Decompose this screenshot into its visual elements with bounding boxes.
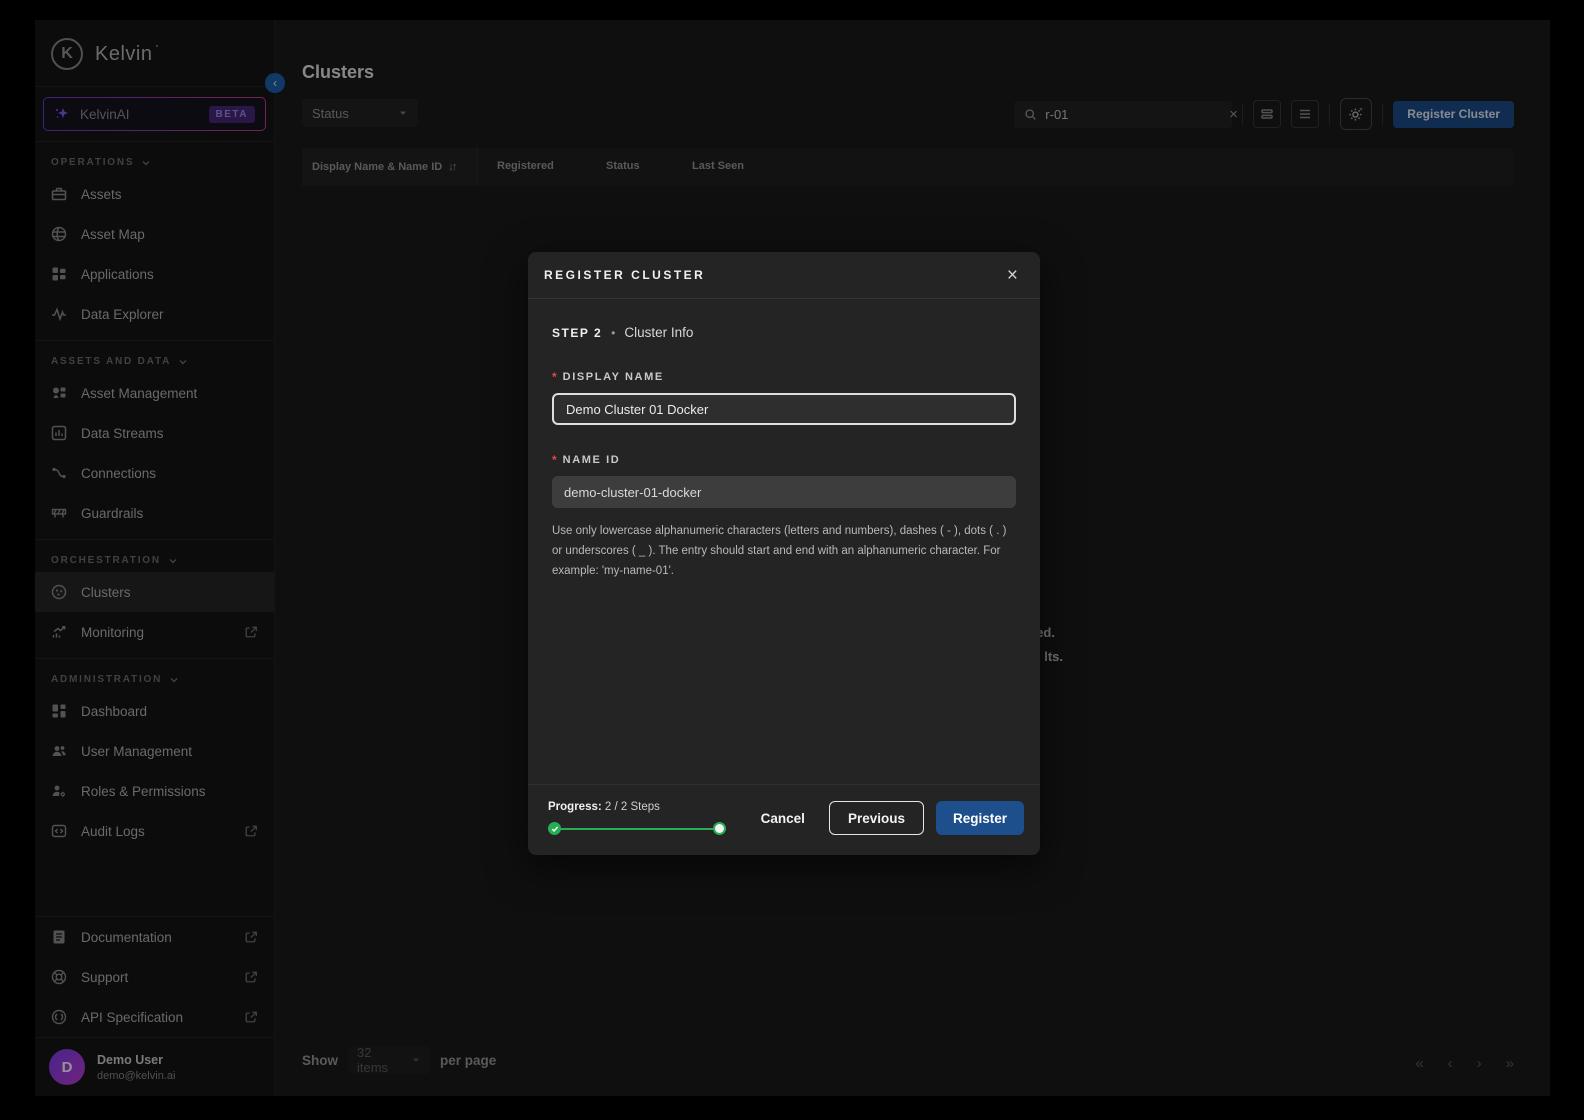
spacer <box>552 425 1016 453</box>
step-indicator: STEP 2 • Cluster Info <box>552 325 1016 340</box>
modal-header: REGISTER CLUSTER × <box>528 252 1040 299</box>
step-label: STEP 2 <box>552 326 602 340</box>
register-cluster-modal: REGISTER CLUSTER × STEP 2 • Cluster Info… <box>528 252 1040 855</box>
screenshot-root: K Kelvin KelvinAI BETA OPERATIONS <box>0 0 1584 1120</box>
name-id-label: NAME ID <box>563 454 621 466</box>
modal-actions: Cancel Previous Register <box>749 801 1024 835</box>
progress-block: Progress: 2 / 2 Steps <box>548 801 726 835</box>
progress-track <box>552 828 722 830</box>
cancel-button[interactable]: Cancel <box>749 803 817 834</box>
name-id-label-row: * NAME ID <box>552 453 1016 467</box>
modal-body: STEP 2 • Cluster Info * DISPLAY NAME * N… <box>528 299 1040 581</box>
modal-title: REGISTER CLUSTER <box>544 268 1007 282</box>
step-name: Cluster Info <box>624 325 693 340</box>
progress-value: 2 / 2 Steps <box>605 801 660 813</box>
name-id-help-text: Use only lowercase alphanumeric characte… <box>552 521 1016 581</box>
name-id-input[interactable] <box>552 476 1016 508</box>
close-icon[interactable]: × <box>1007 266 1018 285</box>
previous-button[interactable]: Previous <box>829 801 924 835</box>
display-name-label-row: * DISPLAY NAME <box>552 370 1016 384</box>
modal-footer: Progress: 2 / 2 Steps Cancel Previous Re… <box>528 784 1040 855</box>
required-mark: * <box>552 453 557 467</box>
display-name-label: DISPLAY NAME <box>563 371 664 383</box>
progress-bar <box>548 822 726 835</box>
display-name-input[interactable] <box>552 393 1016 425</box>
required-mark: * <box>552 370 557 384</box>
register-button[interactable]: Register <box>936 801 1024 835</box>
progress-step2-current-icon <box>713 822 726 835</box>
step-separator: • <box>611 326 615 340</box>
progress-label: Progress: <box>548 801 602 813</box>
progress-step1-done-icon <box>548 822 561 835</box>
progress-text: Progress: 2 / 2 Steps <box>548 801 726 813</box>
